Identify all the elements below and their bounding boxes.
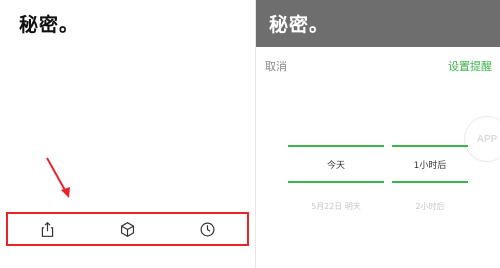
reminder-sheet-header: 取消 设置提醒	[256, 55, 500, 79]
time-picker[interactable]: 1小时后	[392, 145, 468, 183]
share-button[interactable]	[34, 215, 62, 243]
cube-icon	[120, 221, 135, 237]
reminder-button[interactable]	[193, 215, 221, 243]
dimmed-note-area: 秘密。	[256, 0, 500, 47]
time-picker-selected: 1小时后	[413, 160, 447, 171]
time-picker-next-option[interactable]: 2小时后	[392, 201, 468, 212]
note-text: 秘密。	[19, 14, 80, 36]
left-phone-screen: 秘密。	[0, 0, 255, 268]
date-picker[interactable]: 今天	[288, 145, 384, 183]
set-reminder-button[interactable]: 设置提醒	[448, 58, 492, 74]
note-text-dimmed: 秘密。	[269, 14, 330, 36]
clock-icon	[200, 222, 215, 236]
right-phone-screen: 秘密。 取消 设置提醒 APP 今天 1小时后 5月22日 明天 2小时后	[256, 0, 500, 268]
watermark: APP	[464, 116, 500, 162]
share-icon	[42, 221, 54, 237]
date-picker-selected: 今天	[326, 160, 345, 171]
bottom-toolbar-highlight	[6, 212, 249, 246]
cancel-button[interactable]: 取消	[265, 58, 287, 74]
cube-button[interactable]	[113, 215, 141, 243]
date-picker-next-option[interactable]: 5月22日 明天	[288, 201, 384, 212]
